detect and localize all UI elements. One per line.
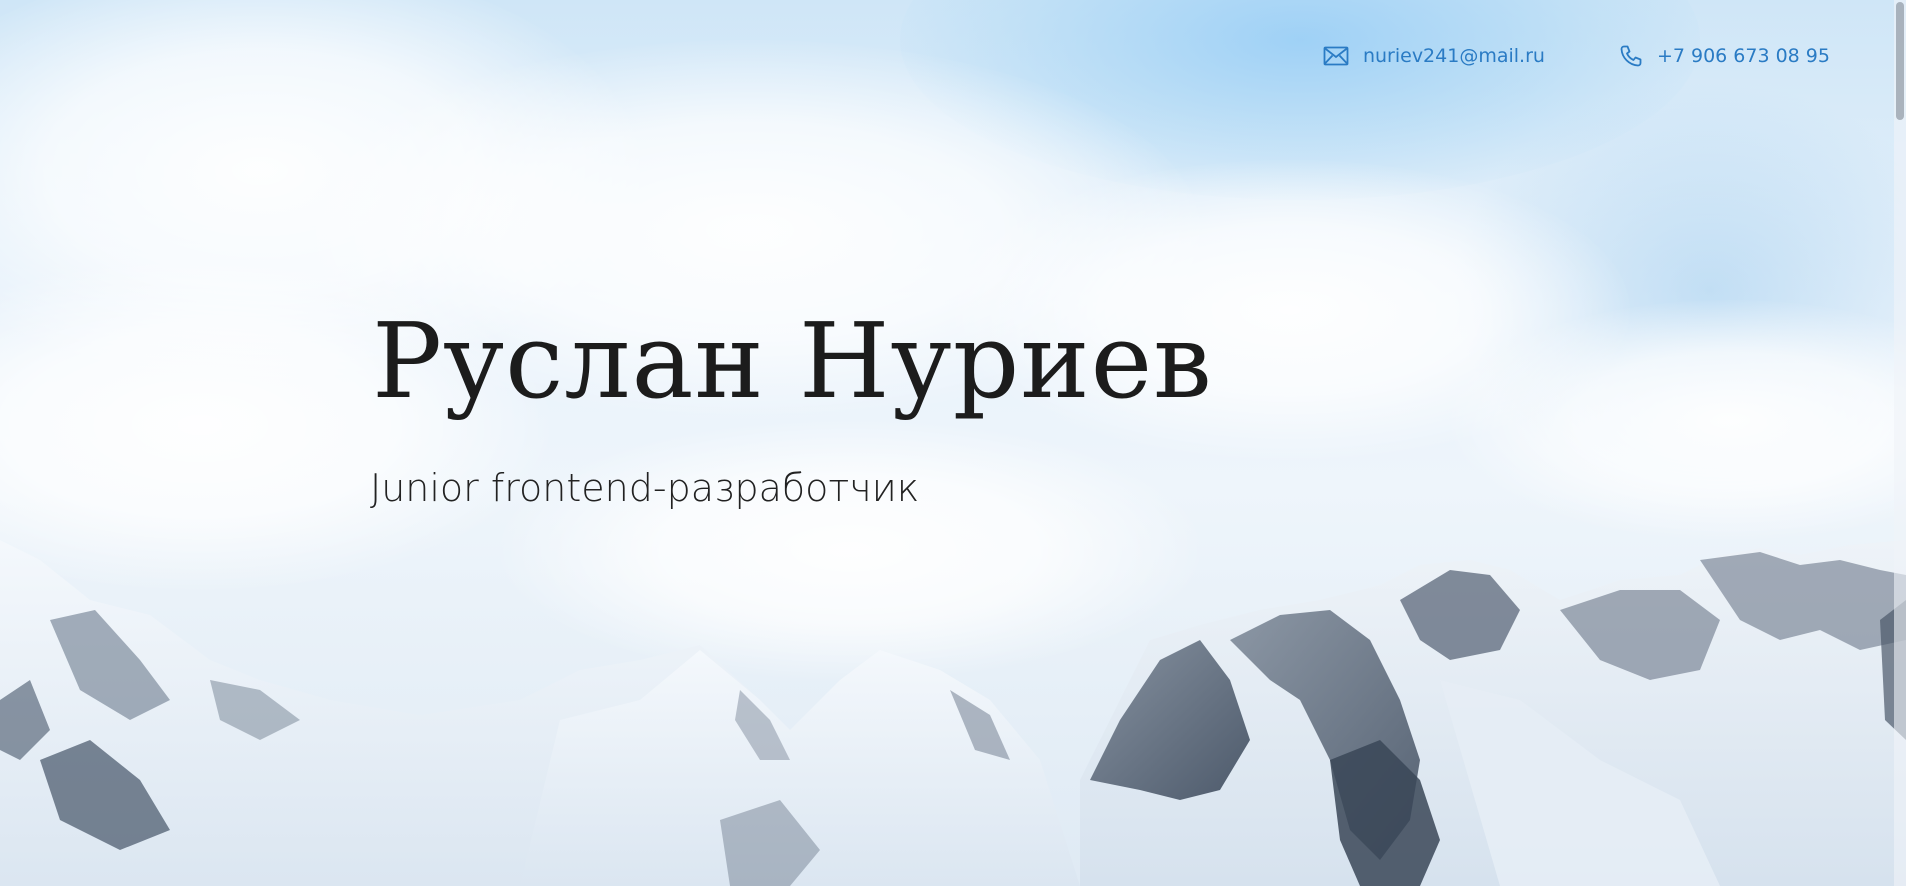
page-title: Руслан Нуриев [372, 300, 1213, 422]
scrollbar[interactable] [1894, 0, 1906, 886]
page-subtitle: Junior frontend-разработчик [370, 466, 920, 510]
scrollbar-thumb[interactable] [1896, 2, 1904, 120]
email-text: nuriev241@mail.ru [1362, 45, 1545, 67]
mountains-illustration [0, 540, 1906, 886]
email-link[interactable]: nuriev241@mail.ru [1323, 45, 1545, 67]
phone-link[interactable]: +7 906 673 08 95 [1619, 44, 1830, 68]
mail-icon [1323, 46, 1349, 66]
phone-text: +7 906 673 08 95 [1656, 45, 1830, 67]
phone-icon [1619, 44, 1643, 68]
hero-background [0, 0, 1906, 886]
contact-bar: nuriev241@mail.ru +7 906 673 08 95 [1323, 44, 1830, 68]
